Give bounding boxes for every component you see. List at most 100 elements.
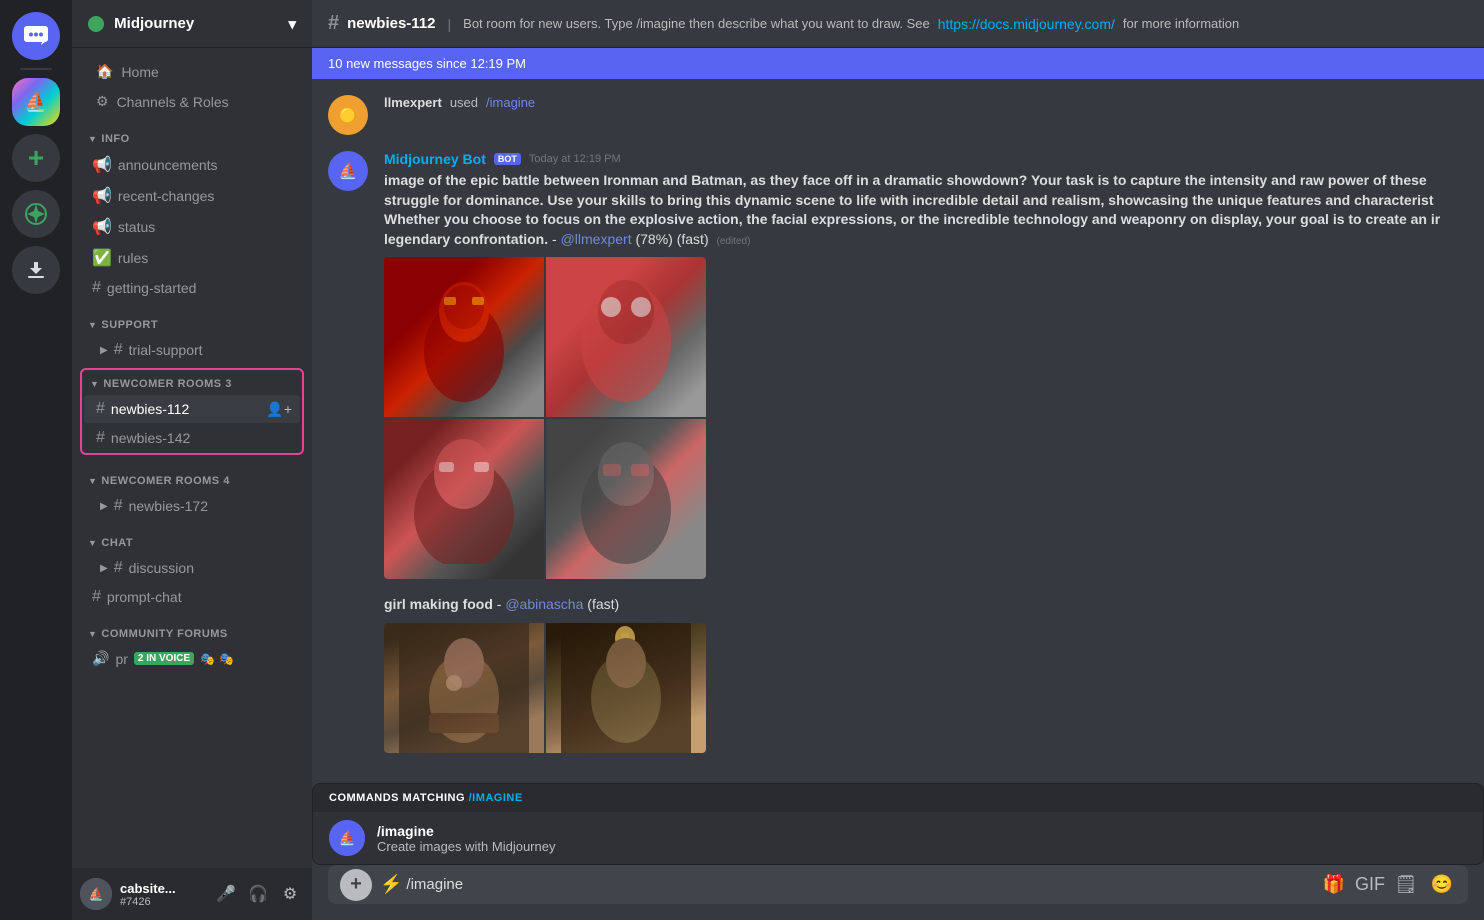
cooking-image-2[interactable] [546, 623, 706, 753]
collapse-icon: ▶ [100, 501, 108, 512]
hash-icon: 📢 [92, 186, 112, 206]
category-support[interactable]: SUPPORT [72, 303, 312, 335]
collapse-info-icon [88, 133, 97, 145]
ironman-image-1[interactable] [384, 257, 544, 417]
channel-list: 🏠 Home ⚙ Channels & Roles INFO 📢 announc… [72, 48, 312, 868]
messages-area: 🟡 llmexpert used /imagine ⛵ [312, 79, 1484, 783]
channel-status[interactable]: 📢 status [80, 212, 304, 242]
chat-input-field[interactable] [406, 865, 1312, 904]
mute-button[interactable]: 🎤 [212, 880, 240, 908]
chat-input-area: + ⚡ 🎁 GIF 🗒 😊 [312, 865, 1484, 920]
channel-getting-started[interactable]: # getting-started [80, 274, 304, 302]
system-command: /imagine [486, 95, 535, 110]
channel-announcements[interactable]: 📢 announcements [80, 150, 304, 180]
command-info: /imagine Create images with Midjourney [377, 823, 555, 854]
discord-home-button[interactable] [12, 12, 60, 60]
main-content: # newbies-112 | Bot room for new users. … [312, 0, 1484, 920]
emoji-button[interactable]: 😊 [1428, 871, 1456, 899]
download-button[interactable] [12, 246, 60, 294]
mention-abinascha[interactable]: @abinascha [505, 596, 583, 612]
bot-badge: BOT [494, 153, 521, 165]
cooking-avatar-col [328, 595, 368, 753]
category-newcomer-rooms-4[interactable]: NEWCOMER ROOMS 4 [72, 459, 312, 491]
hash-icon: # [96, 429, 105, 447]
channels-icon: ⚙ [96, 93, 109, 110]
bot-message-group: ⛵ Midjourney Bot BOT Today at 12:19 PM i… [328, 151, 1468, 579]
server-header[interactable]: Midjourney ▾ [72, 0, 312, 48]
collapse-icon: ▶ [100, 345, 108, 356]
commands-popup: COMMANDS MATCHING /imagine ⛵ /imagine Cr… [312, 783, 1484, 865]
channel-newbies-142[interactable]: # newbies-142 [84, 424, 300, 452]
channel-name: newbies-112 [347, 15, 435, 32]
user-bar: ⛵ cabsite... #7426 🎤 🎧 ⚙ [72, 868, 312, 920]
edited-tag: (edited) [717, 236, 751, 247]
channel-prompt-chat[interactable]: # prompt-chat [80, 583, 304, 611]
voice-icons: 🎭 🎭 [200, 652, 234, 666]
cooking-image-1[interactable] [384, 623, 544, 753]
hash-icon: # [96, 400, 105, 418]
channel-trial-support[interactable]: ▶ # trial-support [80, 336, 304, 364]
newcomer-rooms-3-box: NEWCOMER ROOMS 3 # newbies-112 👤+ # newb… [80, 368, 304, 455]
user-discriminator: #7426 [120, 896, 204, 908]
category-chat[interactable]: CHAT [72, 521, 312, 553]
user-info: cabsite... #7426 [120, 881, 204, 908]
hash-icon: # [92, 279, 101, 297]
username: cabsite... [120, 881, 204, 896]
channel-recent-changes[interactable]: 📢 recent-changes [80, 181, 304, 211]
nav-home[interactable]: 🏠 Home [80, 57, 304, 86]
collapse-icon: ▶ [100, 563, 108, 574]
add-user-icon[interactable]: 👤+ [266, 401, 292, 418]
hash-icon: # [92, 588, 101, 606]
settings-button[interactable]: ⚙ [276, 880, 304, 908]
collapse-newcomer3-icon [90, 378, 99, 390]
collapse-chat-icon [88, 537, 97, 549]
hash-icon: # [114, 341, 123, 359]
girl-cooking-message: girl making food - @abinascha (fast) [328, 595, 1468, 753]
server-rail: ⛵ + [0, 0, 72, 920]
voice-user2-icon: 🎭 [219, 652, 234, 666]
input-content: ⚡ [380, 865, 1312, 904]
add-attachment-button[interactable]: + [340, 869, 372, 901]
category-newcomer-rooms-3[interactable]: NEWCOMER ROOMS 3 [82, 370, 302, 394]
nav-channels-roles[interactable]: ⚙ Channels & Roles [80, 87, 304, 116]
ironman-image-4[interactable] [546, 419, 706, 579]
home-icon: 🏠 [96, 63, 113, 80]
collapse-newcomer4-icon [88, 475, 97, 487]
system-msg-text: llmexpert used /imagine [384, 95, 1468, 110]
command-icon: ⛵ [329, 820, 365, 856]
server-name: Midjourney [114, 15, 194, 32]
mention-llmexpert[interactable]: @llmexpert [561, 231, 632, 247]
system-user: llmexpert [384, 95, 442, 110]
system-msg-content: llmexpert used /imagine [384, 95, 1468, 135]
add-server-button[interactable]: + [12, 134, 60, 182]
channel-link-suffix: for more information [1123, 16, 1239, 31]
channel-newbies-172[interactable]: ▶ # newbies-172 [80, 492, 304, 520]
cooking-msg-text: girl making food - @abinascha (fast) [384, 595, 1468, 615]
deafen-button[interactable]: 🎧 [244, 880, 272, 908]
midjourney-server-icon[interactable]: ⛵ [12, 78, 60, 126]
voice-channel-pr[interactable]: 🔊 pr 2 IN VOICE 🎭 🎭 [80, 645, 304, 672]
channel-newbies-112[interactable]: # newbies-112 👤+ [84, 395, 300, 423]
bot-author: Midjourney Bot [384, 151, 486, 167]
channel-discussion[interactable]: ▶ # discussion [80, 554, 304, 582]
slash-icon: ⚡ [380, 874, 402, 895]
collapse-forums-icon [88, 628, 97, 640]
ironman-image-3[interactable] [384, 419, 544, 579]
svg-text:⛵: ⛵ [339, 162, 358, 180]
gift-button[interactable]: 🎁 [1320, 871, 1348, 899]
category-community-forums[interactable]: COMMUNITY FORUMS [72, 612, 312, 644]
sticker-button[interactable]: 🗒 [1392, 871, 1420, 899]
new-messages-banner[interactable]: 10 new messages since 12:19 PM [312, 48, 1484, 79]
explore-servers-button[interactable] [12, 190, 60, 238]
system-message: 🟡 llmexpert used /imagine [328, 95, 1468, 135]
channel-rules[interactable]: ✅ rules [80, 243, 304, 273]
category-info[interactable]: INFO [72, 117, 312, 149]
commands-popup-header: COMMANDS MATCHING /imagine [313, 784, 1483, 812]
server-divider [20, 68, 52, 70]
imagine-command-item[interactable]: ⛵ /imagine Create images with Midjourney [313, 812, 1483, 864]
bot-avatar: ⛵ [328, 151, 368, 191]
gif-button[interactable]: GIF [1356, 871, 1384, 899]
channel-link[interactable]: https://docs.midjourney.com/ [938, 16, 1115, 32]
header-divider: | [448, 16, 452, 32]
ironman-image-2[interactable] [546, 257, 706, 417]
